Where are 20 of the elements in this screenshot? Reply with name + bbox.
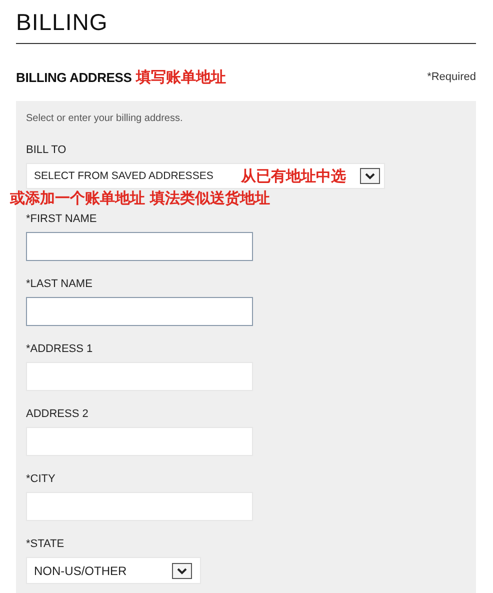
dropdown-caret-icon[interactable] [172, 562, 192, 578]
field-label: *STATE [26, 538, 64, 551]
field-label: ADDRESS 2 [26, 408, 88, 421]
text-field[interactable] [26, 297, 253, 326]
page-title: BILLING [16, 0, 476, 44]
instruction-text: Select or enter your billing address. [26, 113, 183, 125]
annotation-text: 填写账单地址 [136, 68, 226, 86]
field-label: *CITY [26, 473, 56, 486]
annotation-text: 或添加一个账单地址 填法类似送货地址 [10, 189, 270, 208]
dropdown-caret-icon[interactable] [360, 168, 380, 184]
bill-to-dropdown[interactable]: SELECT FROM SAVED ADDRESSES 从已有地址中选 [26, 163, 385, 189]
annotation-text: 从已有地址中选 [241, 166, 346, 186]
required-note: *Required [427, 71, 476, 83]
field-label: BILL TO [26, 144, 66, 157]
text-field[interactable] [26, 232, 253, 261]
state-dropdown[interactable]: NON-US/OTHER [26, 557, 201, 584]
section-title: BILLING ADDRESS [16, 70, 132, 84]
field-label: *LAST NAME [26, 278, 92, 291]
field-label: *FIRST NAME [26, 213, 97, 226]
field-label: *ADDRESS 1 [26, 343, 93, 356]
